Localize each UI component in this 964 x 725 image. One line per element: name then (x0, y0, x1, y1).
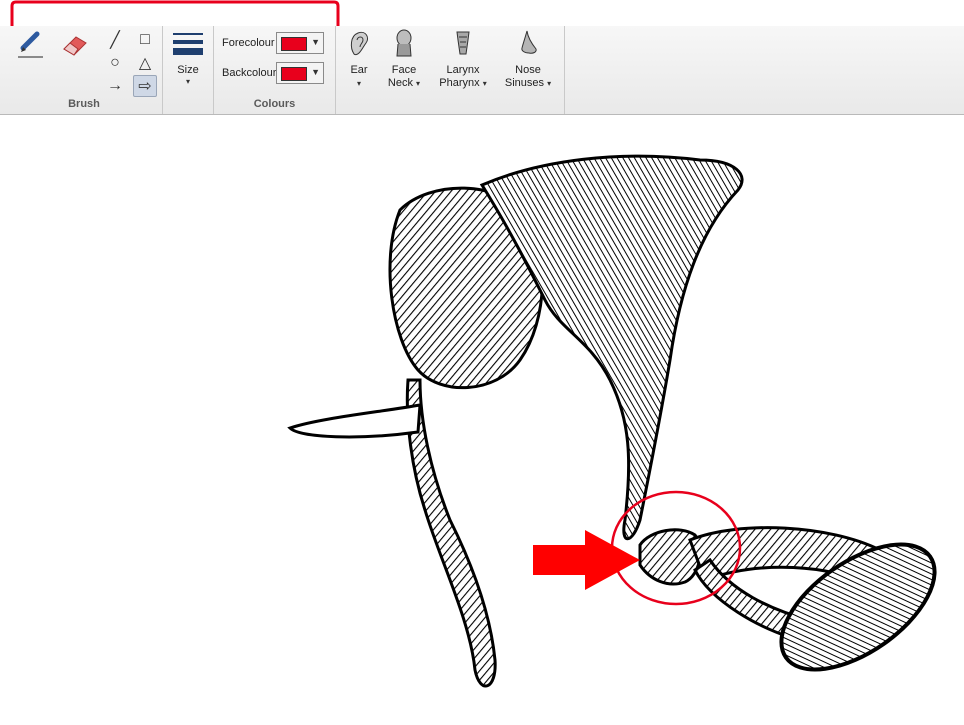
triangle-shape-icon: △ (138, 55, 152, 72)
brush-group-label: Brush (68, 98, 100, 110)
rectangle-shape-icon: □ (140, 31, 150, 48)
eraser-icon (63, 36, 87, 56)
pencil-icon (18, 31, 43, 58)
block-arrow-shape-button[interactable]: ⇨ (133, 75, 157, 97)
face-neck-icon (396, 29, 412, 57)
eraser-tool-button[interactable] (58, 28, 90, 60)
ear-dropdown-arrow: ▾ (356, 79, 361, 88)
ear-label: Ear (350, 64, 368, 76)
nose-sinuses-label-line1: Nose (515, 64, 541, 76)
colours-group-label: Colours (253, 98, 296, 110)
nose-sinuses-dropdown-arrow: ▾ (547, 79, 552, 88)
face-neck-dropdown-arrow: ▾ (416, 79, 421, 88)
line-shape-button[interactable]: ╱ (104, 30, 126, 50)
backcolour-swatch (281, 67, 307, 81)
circle-shape-icon: ○ (110, 54, 120, 71)
nose-sinuses-label-line2: Sinuses (504, 77, 545, 89)
ossicles-illustration (287, 154, 937, 688)
block-arrow-shape-icon: ⇨ (138, 78, 152, 95)
backcolour-picker[interactable]: ▼ (276, 62, 324, 84)
forecolour-dropdown-arrow: ▼ (311, 37, 320, 47)
larynx-pharynx-label-line1: Larynx (446, 64, 480, 76)
colours-group: Forecolour ▼ Backcolour ▼ Colours (214, 26, 336, 114)
ear-button[interactable]: Ear ▾ (344, 28, 374, 90)
backcolour-label: Backcolour (222, 67, 277, 79)
nose-sinuses-icon (521, 30, 537, 54)
forecolour-swatch (281, 37, 307, 51)
drawing-canvas[interactable] (0, 115, 964, 720)
size-dropdown-arrow: ▾ (185, 77, 190, 86)
size-label: Size (177, 64, 199, 76)
larynx-pharynx-dropdown-arrow: ▾ (482, 79, 487, 88)
forecolour-picker[interactable]: ▼ (276, 32, 324, 54)
face-neck-label-line1: Face (391, 64, 417, 76)
nose-sinuses-button[interactable]: Nose Sinuses ▾ (502, 28, 554, 90)
brush-group: ╱ □ ○ △ → ⇨ Brush (6, 26, 163, 114)
larynx-pharynx-label-line2: Pharynx (439, 77, 480, 89)
forecolour-label: Forecolour (222, 37, 275, 49)
size-group[interactable]: Size ▾ (163, 26, 214, 114)
face-neck-button[interactable]: Face Neck ▾ (384, 28, 424, 90)
triangle-shape-button[interactable]: △ (134, 53, 156, 73)
line-shape-icon: ╱ (110, 32, 120, 49)
rectangle-shape-button[interactable]: □ (134, 30, 156, 50)
arrow-line-shape-icon: → (107, 77, 123, 94)
backcolour-dropdown-arrow: ▼ (311, 67, 320, 77)
malleus-anterior-process (287, 403, 422, 439)
larynx-pharynx-button[interactable]: Larynx Pharynx ▾ (436, 28, 490, 90)
malleus-handle (405, 378, 497, 688)
circle-shape-button[interactable]: ○ (104, 53, 126, 73)
ribbon-toolbar: ╱ □ ○ △ → ⇨ Brush Size ▾ Forecolour ▼ Ba… (0, 26, 964, 115)
larynx-pharynx-icon (456, 31, 470, 55)
ear-icon (350, 31, 369, 56)
stapes-head (638, 528, 702, 586)
line-thickness-icon (173, 33, 203, 55)
arrow-line-shape-button[interactable]: → (104, 76, 126, 96)
pencil-tool-button[interactable] (14, 28, 46, 60)
anatomy-group: Ear ▾ Face Neck ▾ Larynx Pharynx ▾ Nose … (336, 26, 565, 114)
face-neck-label-line2: Neck (387, 77, 413, 89)
